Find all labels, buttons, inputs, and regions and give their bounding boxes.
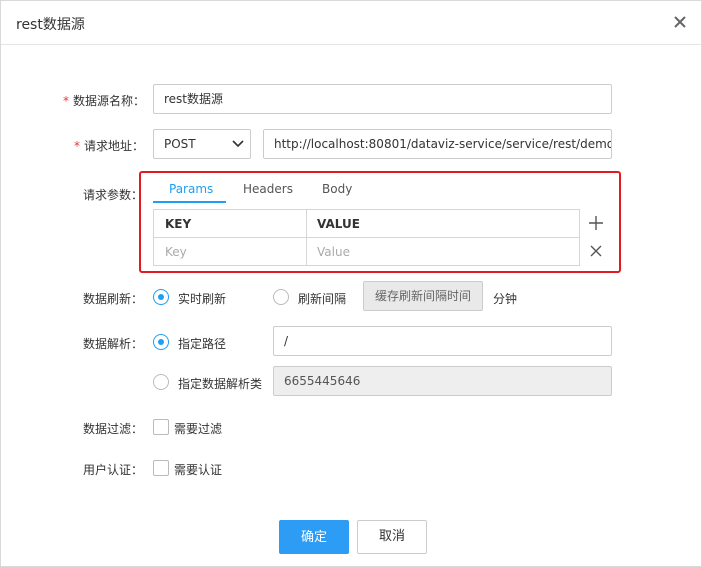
interval-refresh-label: 刷新间隔 <box>298 292 347 306</box>
close-icon[interactable] <box>588 243 604 259</box>
url-input[interactable]: http://localhost:80801/dataviz-service/s… <box>263 129 612 159</box>
value-column-header: VALUE <box>317 217 360 231</box>
required-mark: * <box>74 139 80 153</box>
tab-body[interactable]: Body <box>322 182 352 196</box>
url-label: * 请求地址： <box>74 137 144 154</box>
params-table: KEY VALUE Key Value <box>153 209 580 266</box>
key-input[interactable]: Key <box>165 245 187 259</box>
parse-label: 数据解析： <box>83 337 144 351</box>
radio-interval-refresh[interactable] <box>273 289 289 305</box>
key-column-header: KEY <box>165 217 192 231</box>
refresh-label: 数据刷新： <box>83 292 144 306</box>
row-divider <box>154 237 579 238</box>
confirm-button[interactable]: 确定 <box>279 520 349 554</box>
close-icon[interactable] <box>670 12 690 32</box>
dialog-header: rest数据源 <box>1 1 701 45</box>
filter-checkbox-label: 需要过滤 <box>174 422 223 436</box>
parse-class-label: 指定数据解析类 <box>178 377 263 391</box>
auth-label: 用户认证： <box>83 463 144 477</box>
cache-interval-button[interactable]: 缓存刷新间隔时间 <box>363 281 483 311</box>
filter-checkbox[interactable] <box>153 419 169 435</box>
dialog-title: rest数据源 <box>16 17 85 33</box>
parse-path-label: 指定路径 <box>178 337 227 351</box>
url-label-text: 请求地址： <box>84 139 145 153</box>
name-label-text: 数据源名称： <box>73 94 146 108</box>
plus-icon[interactable] <box>588 215 604 231</box>
radio-parse-path[interactable] <box>153 334 169 350</box>
radio-parse-class[interactable] <box>153 374 169 390</box>
name-input[interactable]: rest数据源 <box>153 84 612 114</box>
tab-headers[interactable]: Headers <box>243 182 293 196</box>
required-mark: * <box>63 94 69 108</box>
radio-realtime-refresh[interactable] <box>153 289 169 305</box>
cancel-button[interactable]: 取消 <box>357 520 427 554</box>
method-select[interactable]: POST <box>153 129 251 159</box>
chevron-down-icon <box>232 140 244 148</box>
params-label: 请求参数： <box>83 188 144 202</box>
auth-checkbox-label: 需要认证 <box>174 463 223 477</box>
value-input[interactable]: Value <box>317 245 350 259</box>
tab-params[interactable]: Params <box>169 182 213 196</box>
parse-class-input[interactable]: 6655445646 <box>273 366 612 396</box>
interval-unit: 分钟 <box>493 292 518 306</box>
rest-datasource-dialog: rest数据源 * 数据源名称： rest数据源 * 请求地址： POST http… <box>0 0 702 567</box>
active-tab-indicator <box>153 201 226 203</box>
name-label: * 数据源名称： <box>63 92 145 109</box>
auth-checkbox[interactable] <box>153 460 169 476</box>
realtime-refresh-label: 实时刷新 <box>178 292 227 306</box>
filter-label: 数据过滤： <box>83 422 144 436</box>
method-select-value: POST <box>164 137 196 151</box>
parse-path-input[interactable]: / <box>273 326 612 356</box>
